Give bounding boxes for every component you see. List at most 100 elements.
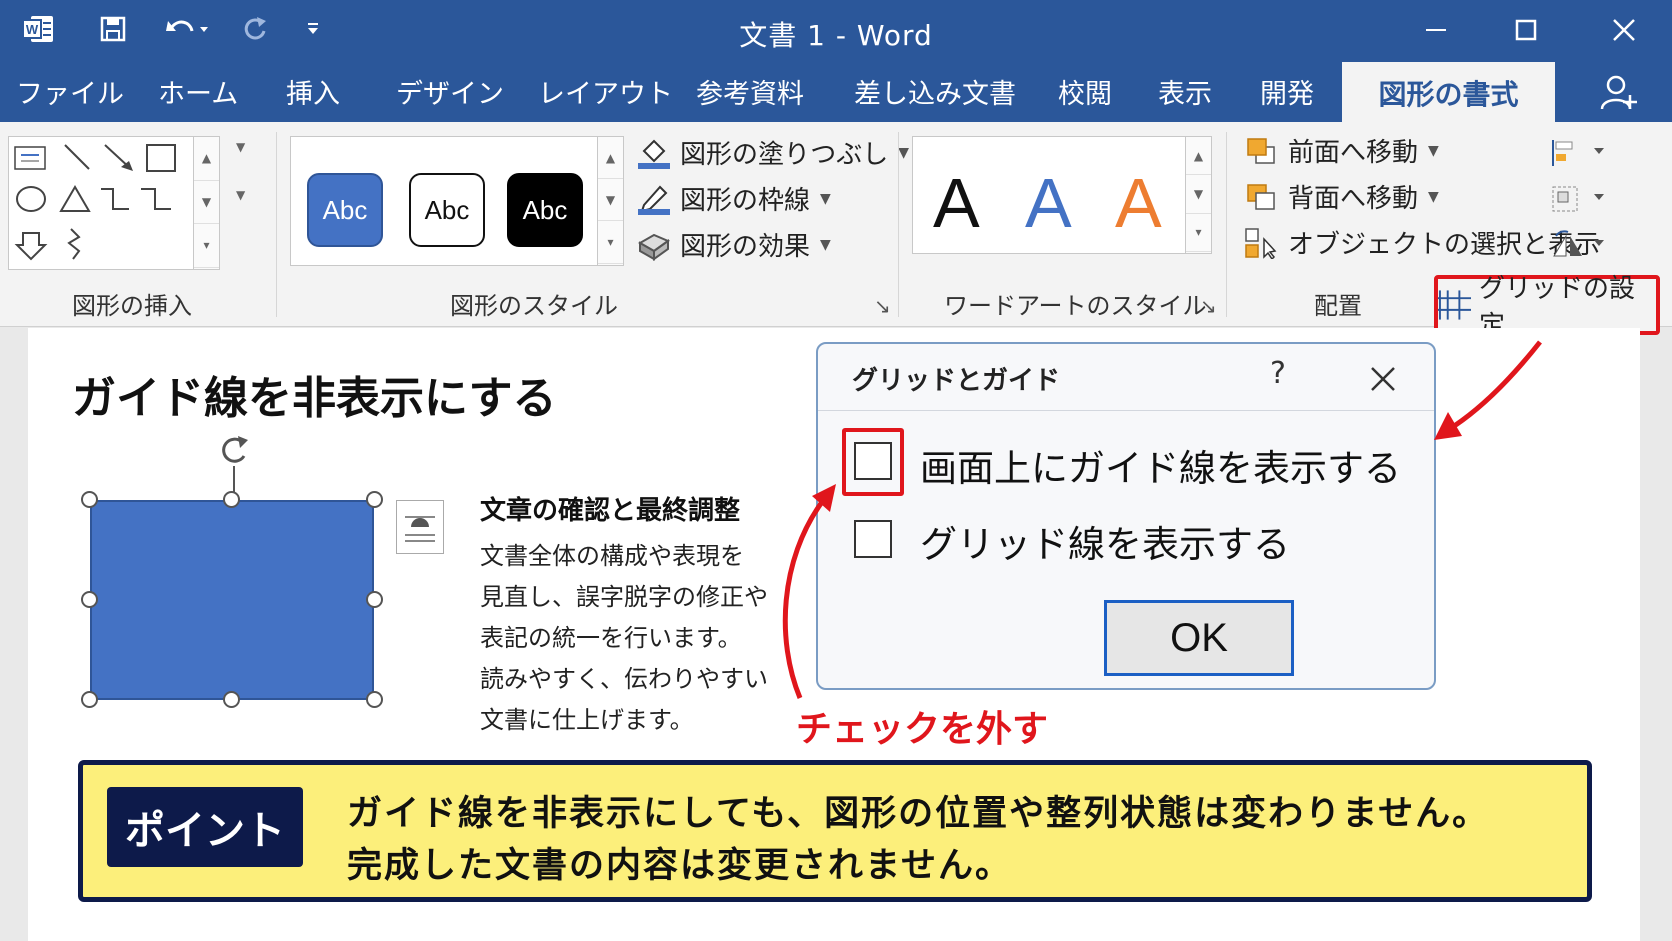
resize-handle[interactable] <box>81 691 98 708</box>
close-icon[interactable] <box>1594 8 1654 52</box>
pen-icon <box>638 185 670 215</box>
chevron-down-icon[interactable]: ▼ <box>236 188 245 202</box>
show-grid-checkbox[interactable] <box>854 520 892 558</box>
layout-options-icon[interactable] <box>396 500 444 554</box>
point-text-line: ガイド線を非表示にしても、図形の位置や整列状態は変わりません。 <box>347 794 1490 834</box>
ribbon: ▲ ▼ ▾ ▼ ▼ 図形の挿入 Abc Abc Abc ▲ ▼ ▾ 図形の塗りつ… <box>0 122 1672 327</box>
bring-forward-label: 前面へ移動 <box>1288 138 1419 168</box>
group-label-shape-styles: 図形のスタイル <box>450 292 618 320</box>
gallery-more-icon[interactable]: ▾ <box>194 224 219 268</box>
point-badge: ポイント <box>107 787 303 867</box>
minimize-icon[interactable] <box>1406 8 1466 52</box>
shape-style-white[interactable]: Abc <box>409 173 485 247</box>
grid-settings-button[interactable]: グリッドの設定 <box>1434 274 1660 341</box>
selection-pane-icon <box>1245 227 1277 259</box>
resize-handle[interactable] <box>81 491 98 508</box>
styles-gallery-scroll[interactable]: ▲ ▼ ▾ <box>597 137 623 265</box>
dialog-launcher-icon[interactable]: ↘ <box>1200 294 1217 318</box>
paragraph-line: 文書全体の構成や表現を <box>480 542 744 570</box>
chevron-down-icon: ▼ <box>820 236 831 253</box>
wordart-gallery[interactable]: A A A ▲ ▼ ▾ <box>912 136 1212 254</box>
grid-guides-dialog: グリッドとガイド ? 画面上にガイド線を表示する グリッド線を表示する OK <box>816 342 1436 690</box>
shape-fill-button[interactable]: 図形の塗りつぶし ▼ <box>636 134 909 171</box>
send-backward-icon <box>1247 183 1275 210</box>
tab-references[interactable]: 参考資料 <box>696 72 804 111</box>
show-guides-checkbox[interactable] <box>854 442 892 480</box>
selection-pane-button[interactable]: オブジェクトの選択と表示 <box>1244 224 1600 261</box>
help-icon[interactable]: ? <box>1270 356 1286 391</box>
show-grid-label[interactable]: グリッド線を表示する <box>920 514 1290 568</box>
group-icon <box>1552 186 1604 212</box>
show-guides-label[interactable]: 画面上にガイド線を表示する <box>920 438 1401 492</box>
paragraph-line: 表記の統一を行います。 <box>480 624 742 652</box>
ok-button[interactable]: OK <box>1104 600 1294 676</box>
scroll-down-icon[interactable]: ▼ <box>194 181 219 225</box>
rotate-button[interactable] <box>1550 230 1610 260</box>
wordart-style-orange[interactable]: A <box>1115 163 1162 243</box>
dialog-title: グリッドとガイド <box>852 366 1061 396</box>
scroll-up-icon[interactable]: ▲ <box>194 137 219 181</box>
dialog-divider <box>818 410 1434 411</box>
tab-file[interactable]: ファイル <box>16 72 124 111</box>
bring-forward-button[interactable]: 前面へ移動 ▼ <box>1244 132 1439 169</box>
shape-fill-label: 図形の塗りつぶし <box>680 140 889 170</box>
send-backward-label: 背面へ移動 <box>1288 184 1419 214</box>
ribbon-separator <box>1226 132 1227 317</box>
group-objects-button[interactable] <box>1550 184 1610 214</box>
align-button[interactable] <box>1550 138 1610 168</box>
scroll-down-icon[interactable]: ▼ <box>1186 175 1211 214</box>
paragraph-title: 文章の確認と最終調整 <box>480 496 741 526</box>
shapes-icons[interactable] <box>9 137 185 269</box>
dialog-launcher-icon[interactable]: ↘ <box>874 294 891 318</box>
resize-handle[interactable] <box>223 691 240 708</box>
gallery-more-icon[interactable]: ▾ <box>1186 214 1211 252</box>
dialog-close-icon[interactable] <box>1368 354 1398 403</box>
selected-rectangle-shape[interactable] <box>90 500 374 700</box>
shapes-gallery-scroll[interactable]: ▲ ▼ ▾ <box>193 137 219 269</box>
tab-mailings[interactable]: 差し込み文書 <box>854 72 1016 111</box>
resize-handle[interactable] <box>366 691 383 708</box>
shape-styles-gallery[interactable]: Abc Abc Abc ▲ ▼ ▾ <box>290 136 624 266</box>
resize-handle[interactable] <box>81 591 98 608</box>
tab-insert[interactable]: 挿入 <box>286 72 340 111</box>
wordart-gallery-scroll[interactable]: ▲ ▼ ▾ <box>1185 137 1211 253</box>
shape-style-blue[interactable]: Abc <box>307 173 383 247</box>
tab-layout[interactable]: レイアウト <box>538 72 673 111</box>
scroll-down-icon[interactable]: ▼ <box>598 179 623 222</box>
send-backward-button[interactable]: 背面へ移動 ▼ <box>1244 178 1439 215</box>
gallery-more-icon[interactable]: ▾ <box>598 221 623 264</box>
chevron-down-icon: ▼ <box>898 144 910 161</box>
tab-shape-format[interactable]: 図形の書式 <box>1342 62 1555 124</box>
shape-style-black[interactable]: Abc <box>507 173 583 247</box>
shape-effects-button[interactable]: 図形の効果 ▼ <box>636 226 831 263</box>
bring-forward-icon <box>1247 137 1275 164</box>
tab-review[interactable]: 校閲 <box>1058 72 1112 111</box>
ribbon-separator <box>276 132 277 317</box>
tab-home[interactable]: ホーム <box>158 72 238 111</box>
tab-design[interactable]: デザイン <box>396 72 504 111</box>
resize-handle[interactable] <box>366 491 383 508</box>
grid-icon <box>1438 290 1472 320</box>
shapes-gallery[interactable]: ▲ ▼ ▾ <box>8 136 220 270</box>
resize-handle[interactable] <box>223 491 240 508</box>
resize-handle[interactable] <box>366 591 383 608</box>
chevron-down-icon: ▼ <box>1428 142 1439 159</box>
page-heading: ガイド線を非表示にする <box>72 373 557 424</box>
align-icon <box>1552 140 1604 166</box>
paragraph-line: 見直し、誤字脱字の修正や <box>480 583 768 611</box>
chevron-down-icon[interactable]: ▼ <box>236 140 245 154</box>
tab-view[interactable]: 表示 <box>1158 72 1212 111</box>
rotate-icon <box>1553 230 1604 257</box>
effects-icon <box>637 233 671 261</box>
title-bar: W 文書 1 - Word <box>0 0 1672 60</box>
ribbon-separator <box>898 132 899 317</box>
scroll-up-icon[interactable]: ▲ <box>598 137 623 180</box>
maximize-icon[interactable] <box>1496 8 1556 52</box>
shape-outline-button[interactable]: 図形の枠線 ▼ <box>636 180 831 217</box>
wordart-style-black[interactable]: A <box>933 163 980 243</box>
wordart-style-blue[interactable]: A <box>1025 163 1072 243</box>
paragraph-line: 読みやすく、伝わりやすい <box>480 665 768 693</box>
scroll-up-icon[interactable]: ▲ <box>1186 137 1211 176</box>
tab-developer[interactable]: 開発 <box>1260 72 1314 111</box>
user-add-icon[interactable] <box>1600 73 1640 113</box>
